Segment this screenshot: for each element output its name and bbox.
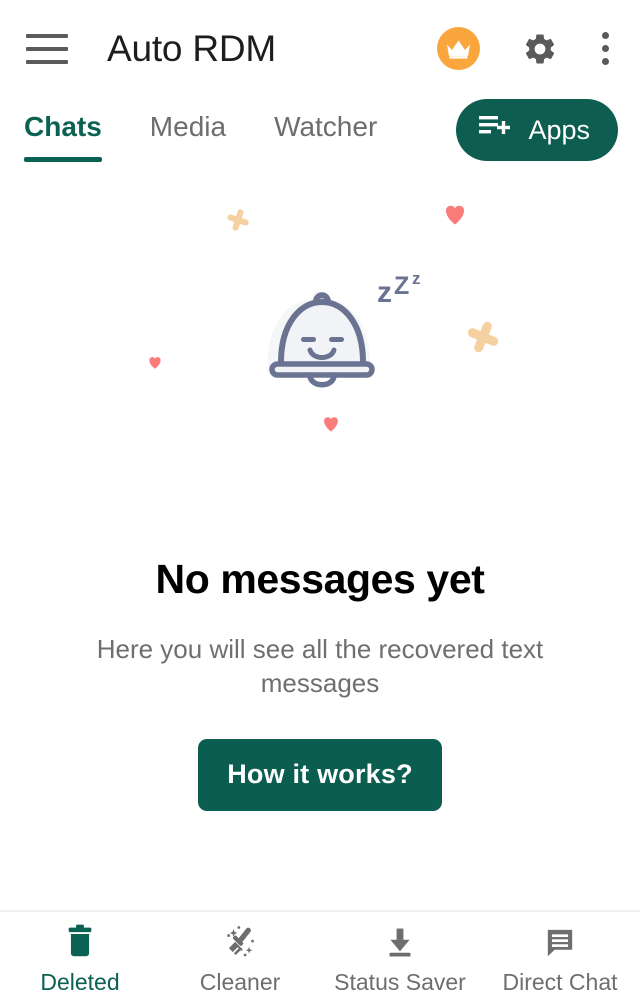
app-root: Auto RDM Chats Media Watcher Apps z Z z …	[0, 0, 640, 1007]
empty-state-content: z Z z No messages yet Here you will see …	[0, 184, 640, 910]
trash-icon	[64, 923, 96, 961]
tab-watcher-label: Watcher	[274, 111, 378, 142]
chat-bubble-icon	[543, 923, 577, 961]
tab-chats[interactable]: Chats	[24, 97, 102, 162]
svg-text:z: z	[377, 276, 392, 309]
page-title: Auto RDM	[107, 27, 277, 69]
sparkle-icon	[227, 209, 249, 231]
nav-item-direct-chat-label: Direct Chat	[502, 969, 618, 995]
tab-watcher[interactable]: Watcher	[274, 97, 377, 143]
sleeping-bell-illustration: z Z z	[0, 184, 640, 544]
hamburger-menu-icon[interactable]	[26, 32, 68, 66]
nav-item-deleted[interactable]: Deleted	[0, 911, 160, 1007]
broom-sparkle-icon	[221, 923, 259, 961]
empty-state-title: No messages yet	[155, 556, 485, 602]
svg-text:Z: Z	[394, 272, 409, 300]
hamburger-bar	[26, 59, 68, 64]
nav-item-status-saver[interactable]: Status Saver	[320, 911, 480, 1007]
heart-icon	[149, 357, 161, 369]
bottom-navigation: Deleted Cleaner Status Saver Direct Chat	[0, 910, 640, 1007]
empty-state-subtitle: Here you will see all the recovered text…	[96, 634, 544, 698]
download-icon	[383, 923, 417, 961]
how-it-works-button[interactable]: How it works?	[198, 738, 442, 811]
nav-item-deleted-label: Deleted	[40, 969, 120, 995]
overflow-dot	[601, 45, 609, 52]
svg-text:z: z	[412, 269, 421, 288]
tab-bar: Chats Media Watcher Apps	[0, 97, 640, 184]
tab-active-underline	[24, 157, 102, 162]
gear-icon[interactable]	[521, 30, 559, 68]
overflow-dot	[601, 58, 609, 65]
overflow-dot	[601, 32, 609, 39]
nav-item-cleaner-label: Cleaner	[199, 969, 281, 995]
hamburger-bar	[26, 46, 68, 51]
more-vertical-icon[interactable]	[592, 31, 618, 67]
nav-item-direct-chat[interactable]: Direct Chat	[480, 911, 640, 1007]
apps-button-label: Apps	[528, 114, 590, 145]
tab-media-label: Media	[149, 111, 227, 142]
heart-icon	[324, 417, 338, 432]
sleep-zzz-icon: z Z z	[377, 269, 421, 309]
tab-media[interactable]: Media	[150, 97, 226, 143]
nav-item-cleaner[interactable]: Cleaner	[160, 911, 320, 1007]
hamburger-bar	[26, 33, 68, 38]
heart-icon	[445, 205, 465, 225]
tab-chats-label: Chats	[24, 111, 102, 142]
nav-item-status-saver-label: Status Saver	[334, 969, 466, 995]
playlist-add-icon	[478, 112, 511, 149]
bell-icon	[269, 292, 375, 388]
crown-icon[interactable]	[437, 27, 480, 70]
sparkle-icon	[467, 321, 499, 353]
apps-button[interactable]: Apps	[456, 99, 618, 161]
app-header: Auto RDM	[0, 0, 640, 97]
